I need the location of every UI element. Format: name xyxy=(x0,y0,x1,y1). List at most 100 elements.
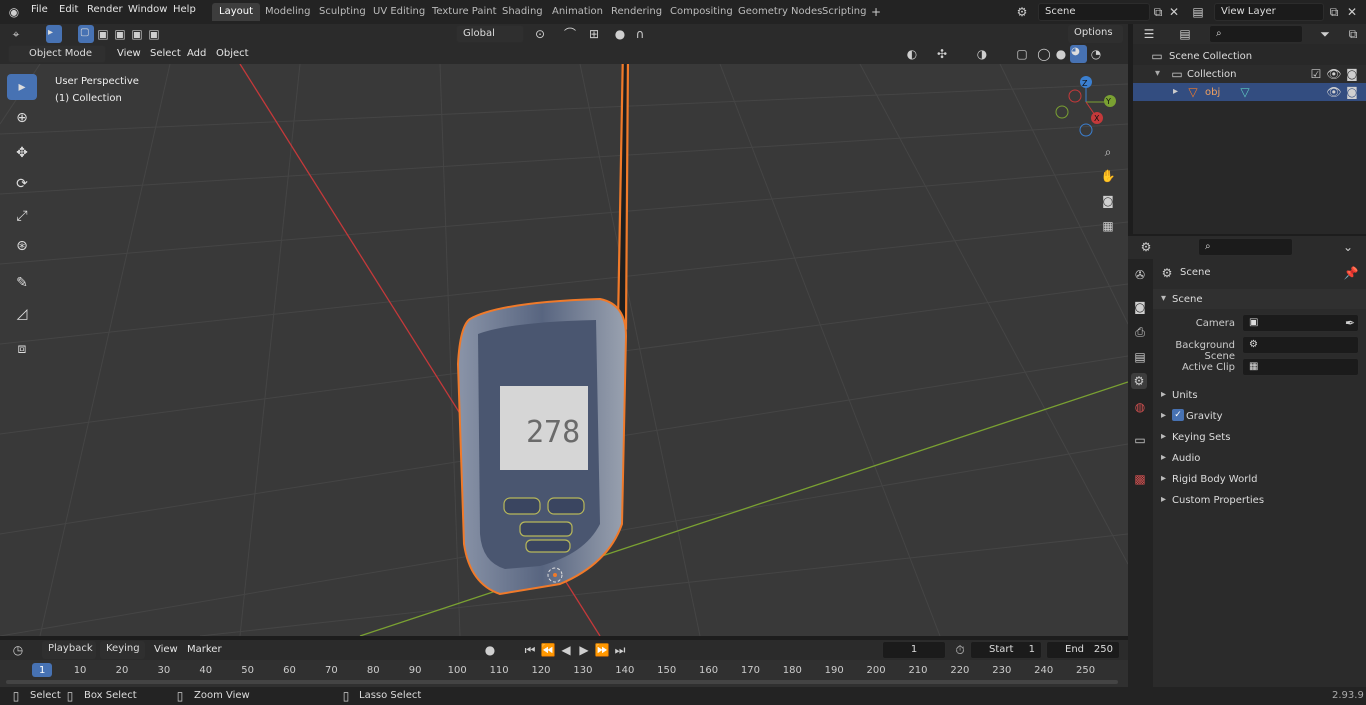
render-camera-icon[interactable]: ◙ xyxy=(1344,66,1360,82)
record-icon[interactable]: ● xyxy=(482,642,498,658)
scale-tool-icon[interactable]: ⤢ xyxy=(7,203,37,229)
eye-icon[interactable]: 👁 xyxy=(1326,66,1342,82)
rendered-shading-icon[interactable]: ◔ xyxy=(1088,46,1104,62)
tab-texture-paint[interactable]: Texture Paint xyxy=(425,3,504,21)
proportional-edit-icon[interactable]: ● xyxy=(612,26,628,42)
mode-intersect-icon[interactable]: ▣ xyxy=(146,26,162,42)
section-rigid-body-world[interactable]: ▸ Rigid Body World xyxy=(1153,469,1366,489)
keying-menu[interactable]: Keying xyxy=(100,641,145,659)
mode-subtract-icon[interactable]: ▣ xyxy=(112,26,128,42)
visibility-icon[interactable]: ◐ xyxy=(904,46,920,62)
expand-arrow-icon[interactable]: ▸ xyxy=(1173,86,1178,97)
xray-icon[interactable]: ▢ xyxy=(1014,46,1030,62)
3d-viewport[interactable]: 278 Z Y X User Perspective (1) Collectio… xyxy=(0,64,1128,636)
jump-end-icon[interactable]: ⏭ xyxy=(612,642,628,658)
properties-editor-icon[interactable]: ⚙ xyxy=(1138,239,1154,255)
view-layer-icon[interactable]: ▤ xyxy=(1190,4,1206,20)
transform-tool-icon[interactable]: ⊛ xyxy=(7,233,37,259)
menu-edit[interactable]: Edit xyxy=(59,4,78,15)
material-shading-icon[interactable]: ◕ xyxy=(1070,45,1087,63)
render-tab-icon[interactable]: ◙ xyxy=(1132,299,1148,315)
rotate-tool-icon[interactable]: ⟳ xyxy=(7,171,37,197)
expand-chevron-icon[interactable]: ▾ xyxy=(1155,68,1160,79)
active-clip-field[interactable]: ▦ xyxy=(1242,358,1359,376)
section-custom-properties[interactable]: ▸ Custom Properties xyxy=(1153,490,1366,510)
eyedropper-icon[interactable]: ✒ xyxy=(1342,315,1358,331)
mode-extend-icon[interactable]: ▣ xyxy=(95,26,111,42)
prev-keyframe-icon[interactable]: ⏪ xyxy=(540,642,556,658)
menu-window[interactable]: Window xyxy=(128,4,167,15)
play-icon[interactable]: ▶ xyxy=(576,642,592,658)
tab-shading[interactable]: Shading xyxy=(495,3,550,21)
tab-compositing[interactable]: Compositing xyxy=(663,3,740,21)
menu-render[interactable]: Render xyxy=(87,4,123,15)
viewport-menu-object[interactable]: Object xyxy=(216,48,249,59)
scene-tab-icon[interactable]: ⚙ xyxy=(1131,373,1147,389)
render-camera-icon[interactable]: ◙ xyxy=(1344,84,1360,100)
section-keying-sets[interactable]: ▸ Keying Sets xyxy=(1153,427,1366,447)
blender-logo-icon[interactable]: ◉ xyxy=(6,4,22,20)
select-mode-icon[interactable]: ▸ xyxy=(46,25,62,43)
camera-view-icon[interactable]: ◙ xyxy=(1100,193,1116,209)
view-layer-field[interactable]: View Layer xyxy=(1214,3,1324,21)
filter-icon[interactable]: ⏷ xyxy=(1317,26,1333,42)
background-scene-field[interactable]: ⚙ xyxy=(1242,336,1359,354)
pin-icon[interactable]: 📌 xyxy=(1343,265,1359,281)
pivot-icon[interactable]: ⊙ xyxy=(532,26,548,42)
tab-modeling[interactable]: Modeling xyxy=(258,3,318,21)
properties-options-icon[interactable]: ⌄ xyxy=(1340,239,1356,255)
zoom-icon[interactable]: ⌕ xyxy=(1100,144,1116,160)
snap-icon[interactable]: ⌒ xyxy=(562,26,578,42)
tool-tab-icon[interactable]: ✇ xyxy=(1132,267,1148,283)
snap-target-icon[interactable]: ⊞ xyxy=(586,26,602,42)
jump-start-icon[interactable]: ⏮ xyxy=(522,642,538,658)
viewport-menu-view[interactable]: View xyxy=(117,48,141,59)
properties-search-input[interactable]: ⌕ xyxy=(1198,238,1293,256)
wireframe-shading-icon[interactable]: ◯ xyxy=(1036,46,1052,62)
close-view-layer-icon[interactable]: ✕ xyxy=(1344,4,1360,20)
timeline-menu-marker[interactable]: Marker xyxy=(187,644,222,655)
current-frame-field[interactable]: 1 xyxy=(882,641,946,659)
exclude-checkbox-icon[interactable]: ☑ xyxy=(1308,66,1324,82)
timeline-scrollbar[interactable] xyxy=(6,680,1118,684)
world-tab-icon[interactable]: ◍ xyxy=(1132,399,1148,415)
timeline-editor-icon[interactable]: ◷ xyxy=(10,642,26,658)
outliner-search-input[interactable]: ⌕ xyxy=(1209,25,1303,43)
tab-scripting[interactable]: Scripting xyxy=(815,3,873,21)
outliner-editor-icon[interactable]: ☰ xyxy=(1141,26,1157,42)
gravity-checkbox[interactable]: ✓ xyxy=(1172,409,1184,421)
tab-uv-editing[interactable]: UV Editing xyxy=(366,3,432,21)
menu-file[interactable]: File xyxy=(31,4,48,15)
view-layer-tab-icon[interactable]: ▤ xyxy=(1132,349,1148,365)
section-audio[interactable]: ▸ Audio xyxy=(1153,448,1366,468)
next-keyframe-icon[interactable]: ⏩ xyxy=(594,642,610,658)
tab-layout[interactable]: Layout xyxy=(212,3,260,21)
stopwatch-icon[interactable]: ⏱ xyxy=(952,642,968,658)
new-scene-icon[interactable]: ⧉ xyxy=(1150,4,1166,20)
orientation-dropdown[interactable]: Global xyxy=(456,25,524,43)
new-collection-icon[interactable]: ⧉ xyxy=(1345,26,1361,42)
scene-name-field[interactable]: Scene xyxy=(1038,3,1150,21)
mode-dropdown[interactable]: Object Mode xyxy=(8,45,106,63)
viewport-menu-add[interactable]: Add xyxy=(187,48,206,59)
move-tool-icon[interactable]: ✥ xyxy=(7,140,37,166)
add-cube-tool-icon[interactable]: ⧈ xyxy=(7,336,37,362)
mesh-data-icon[interactable]: ▽ xyxy=(1237,84,1253,100)
falloff-icon[interactable]: ∩ xyxy=(632,26,648,42)
viewport-menu-select[interactable]: Select xyxy=(150,48,181,59)
outliner-row-collection[interactable]: ▾ ▭ Collection ☑ 👁 ◙ xyxy=(1133,65,1366,83)
menu-help[interactable]: Help xyxy=(173,4,196,15)
timeline-ruler[interactable]: 1 10 20 30 40 50 60 70 80 90 100 110 120 130 140 150 160… xyxy=(0,660,1128,687)
tab-sculpting[interactable]: Sculpting xyxy=(312,3,373,21)
ortho-grid-icon[interactable]: ▦ xyxy=(1100,218,1116,234)
timeline-menu-view[interactable]: View xyxy=(154,644,178,655)
cursor-tool-icon[interactable]: ⊕ xyxy=(7,105,37,131)
outliner-row-scene-collection[interactable]: ▭ Scene Collection xyxy=(1133,47,1366,65)
collection-tab-icon[interactable]: ▭ xyxy=(1132,432,1148,448)
mode-invert-icon[interactable]: ▣ xyxy=(129,26,145,42)
measure-tool-icon[interactable]: ◿ xyxy=(7,301,37,327)
end-frame-field[interactable]: End 250 xyxy=(1046,641,1120,659)
mode-new-icon[interactable]: ▢ xyxy=(78,25,94,43)
tab-animation[interactable]: Animation xyxy=(545,3,610,21)
annotate-tool-icon[interactable]: ✎ xyxy=(7,270,37,296)
